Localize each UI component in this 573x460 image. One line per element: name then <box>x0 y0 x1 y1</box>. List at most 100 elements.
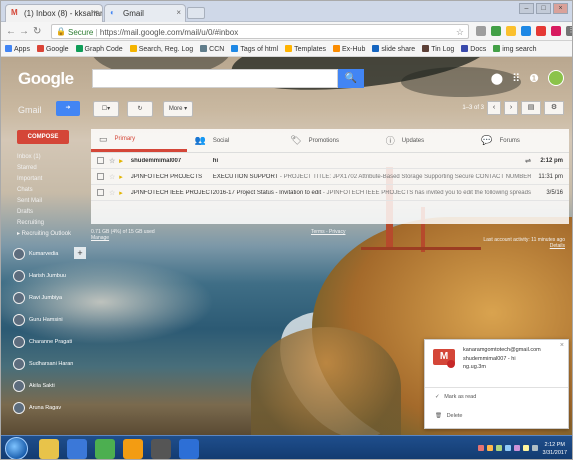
extension-icon[interactable] <box>476 26 486 36</box>
taskbar-app-icon[interactable] <box>179 439 199 459</box>
tray-icon[interactable] <box>514 445 520 451</box>
hangouts-contact[interactable]: Guru Hamsini <box>13 309 88 331</box>
bookmark-item[interactable]: Docs <box>461 44 486 53</box>
tray-icon[interactable] <box>505 445 511 451</box>
close-window-icon[interactable]: × <box>553 3 568 14</box>
delete-button[interactable]: 🗑 Delete <box>435 413 462 419</box>
nav-label-item[interactable]: Sent Mail <box>17 196 81 207</box>
info-icon[interactable]: ❶ <box>529 72 539 85</box>
hangouts-contact[interactable]: Aruna Ragav <box>13 397 88 419</box>
nav-label-item[interactable]: Inbox (1) <box>17 152 81 163</box>
nav-label-item[interactable]: ▸ Recruiting Outlook <box>17 229 81 240</box>
hangouts-contact[interactable]: Charanne Pragati <box>13 331 88 353</box>
bookmark-star-icon[interactable]: ☆ <box>456 27 464 38</box>
select-checkbox-button[interactable]: ☐▾ <box>93 101 119 117</box>
extension-icon[interactable] <box>521 26 531 36</box>
email-row[interactable]: ☆ ▸ shudemmimal007 hi ⇌ 2:12 pm <box>91 153 569 169</box>
forward-arrow-icon[interactable]: → <box>19 26 29 37</box>
star-icon[interactable]: ☆ <box>109 157 115 165</box>
taskbar-app-icon[interactable] <box>67 439 87 459</box>
hangouts-contact[interactable]: Sudharsani Haran <box>13 353 88 375</box>
extension-icon[interactable] <box>491 26 501 36</box>
search-button[interactable]: 🔍 <box>338 69 364 88</box>
hangouts-contact[interactable]: Kumarvedia + <box>13 243 88 265</box>
tray-icon[interactable] <box>487 445 493 451</box>
search-input[interactable] <box>92 69 338 88</box>
close-icon[interactable]: × <box>560 342 564 349</box>
bookmark-item[interactable]: img search <box>493 44 536 53</box>
browser-tab-gmail[interactable]: ◐ Gmail × <box>104 4 186 22</box>
hangouts-contact[interactable]: Harish Jumbuu <box>13 265 88 287</box>
nav-label-item[interactable]: Drafts <box>17 207 81 218</box>
gmail-app-label[interactable]: Gmail <box>18 105 42 115</box>
bookmark-item[interactable]: CCN <box>200 44 224 53</box>
taskbar-app-icon[interactable] <box>123 439 143 459</box>
refresh-button[interactable]: ↻ <box>127 101 153 117</box>
volume-icon[interactable] <box>532 445 538 451</box>
important-marker-icon[interactable]: ▸ <box>119 157 123 165</box>
taskbar-clock[interactable]: 2:12 PM 3/31/2017 <box>543 441 567 457</box>
tab-primary[interactable]: ▭ Primary <box>91 129 187 152</box>
close-tab-icon[interactable]: × <box>176 8 181 17</box>
bookmark-item[interactable]: Tags of html <box>231 44 278 53</box>
bookmark-item[interactable]: slide share <box>372 44 415 53</box>
close-tab-icon[interactable]: × <box>93 8 98 17</box>
extension-icon[interactable] <box>506 26 516 36</box>
bookmark-item[interactable]: Ex-Hub <box>333 44 365 53</box>
tray-icon[interactable] <box>478 445 484 451</box>
taskbar-app-icon[interactable] <box>151 439 171 459</box>
nav-label-item[interactable]: Important <box>17 174 81 185</box>
important-marker-icon[interactable]: ▸ <box>119 189 123 197</box>
taskbar-app-icon[interactable] <box>95 439 115 459</box>
compose-button[interactable]: COMPOSE <box>17 130 69 144</box>
google-logo[interactable]: Google <box>18 69 74 89</box>
nav-label-item[interactable]: Chats <box>17 185 81 196</box>
bookmark-item[interactable]: Graph Code <box>75 44 123 53</box>
compose-shortcut-button[interactable]: ➜ <box>56 101 80 116</box>
bookmark-item[interactable]: Templates <box>285 44 326 53</box>
url-input[interactable]: 🔒 Secure | https://mail.google.com/mail/… <box>51 24 469 39</box>
tab-social[interactable]: 👥 Social <box>187 129 283 152</box>
hangouts-contact[interactable]: Akila Sakti <box>13 375 88 397</box>
extension-icon[interactable] <box>536 26 546 36</box>
row-checkbox[interactable] <box>97 173 104 180</box>
menu-icon[interactable]: ⋮ <box>566 26 572 36</box>
reload-icon[interactable]: ↻ <box>33 26 41 37</box>
maximize-icon[interactable]: □ <box>536 3 551 14</box>
tray-icon[interactable] <box>496 445 502 451</box>
add-contact-icon[interactable]: + <box>74 247 86 259</box>
new-tab-button[interactable] <box>187 7 205 19</box>
star-icon[interactable]: ☆ <box>109 189 115 197</box>
tab-forums[interactable]: 💬 Forums <box>473 129 569 152</box>
bookmark-item[interactable]: Apps <box>5 44 30 53</box>
details-link[interactable]: Details <box>550 243 565 249</box>
input-tools-icon[interactable]: ▤ <box>521 101 541 115</box>
tray-icon[interactable] <box>523 445 529 451</box>
back-arrow-icon[interactable]: ← <box>6 26 16 37</box>
settings-gear-icon[interactable]: ⚙ <box>544 101 564 115</box>
avatar[interactable] <box>548 70 564 86</box>
taskbar-app-icon[interactable] <box>39 439 59 459</box>
star-icon[interactable]: ☆ <box>109 173 115 181</box>
bookmark-item[interactable]: Tin Log <box>422 44 454 53</box>
tab-promotions[interactable]: 🏷 Promotions <box>282 129 378 152</box>
hangouts-contact[interactable]: Ravi Jumbiya <box>13 287 88 309</box>
browser-tab-inbox[interactable]: M (1) Inbox (8) - kksaharan - x × <box>5 4 103 22</box>
notifications-icon[interactable]: ⬤ <box>491 72 503 85</box>
nav-label-item[interactable]: Starred <box>17 163 81 174</box>
manage-link[interactable]: Manage <box>91 235 109 241</box>
apps-grid-icon[interactable]: ⠿ <box>512 72 520 85</box>
bookmark-item[interactable]: Google <box>36 44 69 53</box>
row-checkbox[interactable] <box>97 189 104 196</box>
email-row[interactable]: ☆ ▸ JPINFOTECH PROJECTS EXECUTION SUPPORT -… <box>91 169 569 185</box>
new-mail-notification[interactable]: M × kanaramgomtotech@gmail.com shudemmim… <box>424 339 569 429</box>
minimize-icon[interactable]: – <box>519 3 534 14</box>
prev-page-icon[interactable]: ‹ <box>487 101 501 115</box>
row-checkbox[interactable] <box>97 157 104 164</box>
terms-privacy-link[interactable]: Terms - Privacy <box>311 229 345 235</box>
start-button[interactable] <box>5 437 28 459</box>
email-row[interactable]: ☆ ▸ JPINFOTECH IEEE PROJECTS 2016-17 Projec… <box>91 185 569 201</box>
more-button[interactable]: More ▾ <box>163 101 193 117</box>
nav-label-item[interactable]: Recruiting <box>17 218 81 229</box>
tab-updates[interactable]: ⓘ Updates <box>378 129 474 152</box>
